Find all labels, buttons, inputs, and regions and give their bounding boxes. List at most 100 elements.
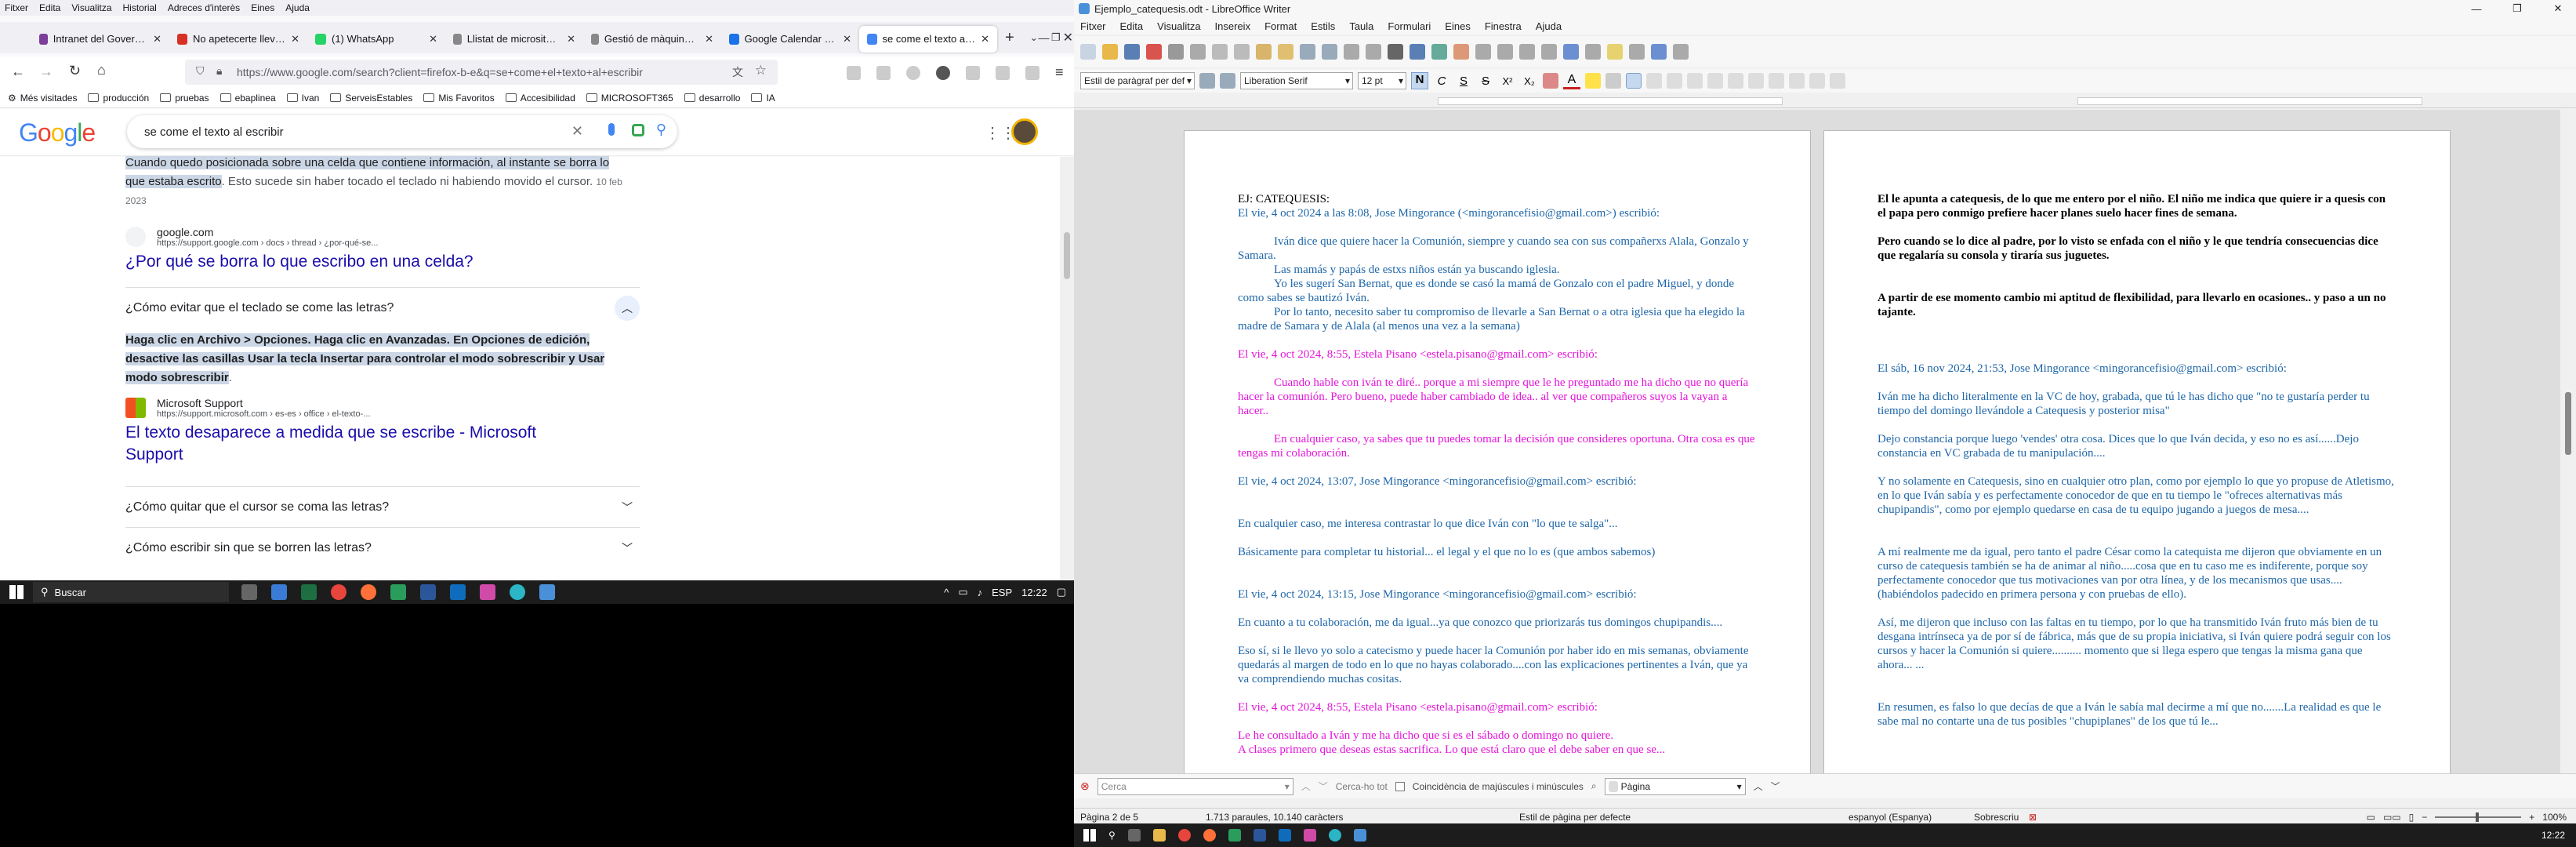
page-left[interactable]: EJ: CATEQUESIS: El vie, 4 oct 2024 a las … (1184, 130, 1811, 773)
line-spacing-icon[interactable] (1809, 73, 1825, 89)
comment-icon[interactable] (1607, 44, 1623, 60)
menu-item[interactable]: Insereix (1215, 20, 1251, 32)
result-1-url[interactable]: https://support.google.com › docs › thre… (157, 238, 378, 248)
faq-2[interactable]: ¿Cómo quitar que el cursor se coma las l… (125, 486, 640, 527)
menu-item[interactable]: Taula (1349, 20, 1373, 32)
clock[interactable]: 12:22 (2542, 830, 2576, 841)
paragraph[interactable] (1238, 489, 1757, 503)
ruler[interactable] (1074, 94, 2576, 108)
tray-up-icon[interactable]: ^ (944, 587, 949, 598)
superscript-icon[interactable]: X² (1499, 75, 1516, 87)
search-query[interactable]: se come el texto al escribir (144, 125, 284, 139)
paragraph[interactable]: A partir de ese momento cambio mi aptitu… (1878, 291, 2396, 319)
menu-item[interactable]: Edita (1120, 20, 1144, 32)
menu-icon[interactable]: ≡ (1055, 64, 1064, 81)
spelling-icon[interactable] (1366, 44, 1381, 60)
close-tab-icon[interactable]: ✕ (429, 33, 437, 45)
browser-tab[interactable]: Google Calendar - nov ✕ (721, 26, 859, 53)
puzzle-icon[interactable] (996, 65, 1010, 80)
zoom-slider[interactable] (2435, 812, 2522, 822)
open-icon[interactable] (1102, 44, 1118, 60)
character-shading-icon[interactable] (1605, 73, 1621, 89)
word-count[interactable]: 1.713 paraules, 10.140 caràcters (1198, 812, 1519, 823)
paragraph[interactable] (1878, 686, 2396, 700)
close-tab-icon[interactable]: ✕ (291, 33, 299, 45)
page-style[interactable]: Estil de pàgina per defecte (1519, 812, 1849, 823)
translate-icon[interactable]: 文 (732, 64, 743, 80)
lock-icon[interactable]: 🔒︎ (216, 64, 222, 78)
bookmark-item[interactable]: Ivan (286, 93, 319, 104)
new-document-icon[interactable] (1080, 44, 1096, 60)
export-pdf-icon[interactable] (1146, 44, 1162, 60)
menu-item[interactable]: Format (1264, 20, 1297, 32)
text-box-icon[interactable] (1475, 44, 1491, 60)
clock[interactable]: 12:22 (1021, 587, 1047, 598)
paragraph[interactable]: El vie, 4 oct 2024, 8:55, Estela Pisano … (1238, 347, 1757, 362)
calc-icon[interactable] (390, 584, 406, 600)
paragraph[interactable]: El vie, 4 oct 2024, 8:55, Estela Pisano … (1238, 700, 1757, 714)
paragraph[interactable]: El vie, 4 oct 2024, 13:07, Jose Mingoran… (1238, 474, 1757, 489)
new-tab-icon[interactable]: + (1005, 29, 1014, 47)
home-icon[interactable]: ⌂ (97, 62, 106, 78)
paragraph[interactable] (1878, 517, 2396, 531)
browser-tab[interactable]: Llistat de microsites - Gesti ✕ (445, 26, 583, 53)
paragraph[interactable] (1238, 686, 1757, 700)
bookmark-item[interactable]: producción (88, 93, 149, 104)
paste-icon[interactable] (1256, 44, 1272, 60)
update-style-icon[interactable] (1199, 73, 1215, 89)
close-window-icon[interactable]: ✕ (1062, 30, 1074, 45)
paragraph[interactable] (1878, 460, 2396, 474)
redo-icon[interactable] (1322, 44, 1337, 60)
google-logo[interactable]: Google (19, 118, 96, 147)
taskbar-search[interactable]: ⚲ Buscar (33, 582, 229, 602)
align-left-icon[interactable] (1626, 73, 1642, 89)
writer-icon[interactable] (1353, 829, 1366, 842)
page-break-icon[interactable] (1497, 44, 1513, 60)
field-icon[interactable] (1519, 44, 1535, 60)
find-replace-icon[interactable] (1344, 44, 1359, 60)
calc-icon[interactable] (1228, 829, 1241, 842)
clear-icon[interactable]: ✕ (571, 123, 583, 140)
paragraph[interactable] (1238, 418, 1757, 432)
writer-icon[interactable] (539, 584, 555, 600)
paragraph[interactable] (1238, 362, 1757, 376)
paragraph-spacing-icon[interactable] (1830, 73, 1845, 89)
bookmark-item[interactable]: ⚙ Més visitades (8, 93, 77, 104)
paragraph[interactable]: Le he consultado a Iván y me ha dicho qu… (1238, 729, 1757, 743)
browser-tab[interactable]: se come el texto al esc ✕ (859, 25, 997, 53)
search-icon[interactable]: ⚲ (656, 122, 666, 138)
justify-icon[interactable] (1687, 73, 1703, 89)
chevron-down-icon[interactable]: ﹀ (615, 536, 640, 561)
zoom-level[interactable]: 100% (2542, 812, 2567, 823)
insert-image-icon[interactable] (1431, 44, 1447, 60)
paragraph[interactable]: En cualquier caso, me interesa contrasta… (1238, 517, 1757, 531)
scope-up-icon[interactable]: ︿ (1754, 780, 1763, 793)
bookmark-star-icon[interactable]: ☆ (755, 63, 767, 78)
avatar[interactable] (1011, 118, 1038, 145)
page-right-text[interactable]: El le apunta a catequesis, de lo que me … (1878, 192, 2396, 729)
insert-chart-icon[interactable] (1453, 44, 1469, 60)
paragraph[interactable] (1238, 630, 1757, 644)
paragraph[interactable] (1238, 460, 1757, 474)
paragraph[interactable]: Por lo tanto, necesito saber tu compromi… (1238, 305, 1757, 333)
paragraph[interactable] (1878, 277, 2396, 291)
track-changes-icon[interactable] (1629, 44, 1645, 60)
paragraph[interactable] (1878, 263, 2396, 277)
print-preview-icon[interactable] (1190, 44, 1206, 60)
paragraph[interactable]: Eso sí, si le llevo yo solo a catecismo … (1238, 644, 1757, 686)
vertical-scrollbar[interactable] (2560, 110, 2576, 773)
paragraph[interactable]: El sáb, 16 nov 2024, 21:53, Jose Mingora… (1878, 362, 2396, 376)
close-tab-icon[interactable]: ✕ (981, 33, 989, 45)
mic-icon[interactable] (608, 123, 615, 136)
save-icon[interactable] (1124, 44, 1140, 60)
lens-icon[interactable] (632, 124, 644, 136)
menu-item[interactable]: Fitxer (5, 2, 28, 13)
chevron-up-icon[interactable]: ︿ (615, 295, 640, 321)
paragraph[interactable] (1878, 319, 2396, 333)
page-left-text[interactable]: EJ: CATEQUESIS: El vie, 4 oct 2024 a las … (1238, 192, 1757, 757)
paragraph[interactable]: Cuando hable con iván te diré.. porque a… (1238, 376, 1757, 418)
multi-page-view-icon[interactable]: ▭▭ (2383, 812, 2401, 823)
document-modified-icon[interactable]: ⊠ (2029, 812, 2037, 823)
cut-icon[interactable] (1212, 44, 1228, 60)
paragraph[interactable]: Básicamente para completar tu historial.… (1238, 545, 1757, 559)
